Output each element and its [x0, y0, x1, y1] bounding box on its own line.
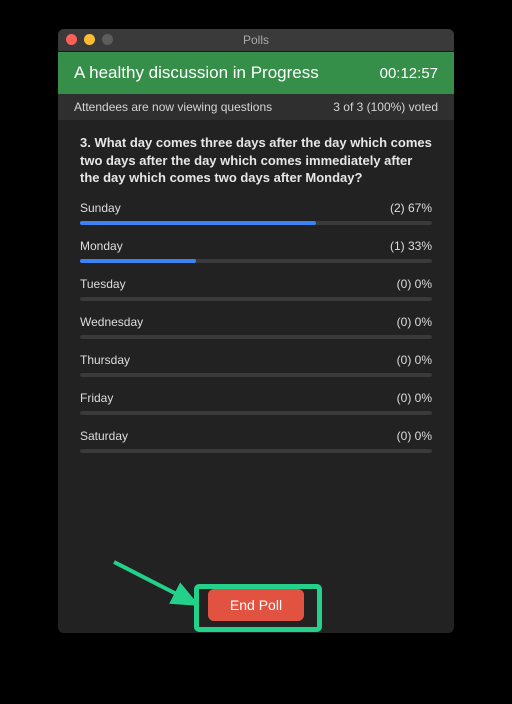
status-left: Attendees are now viewing questions: [74, 100, 272, 114]
maximize-icon: [102, 34, 113, 45]
option-label: Monday: [80, 239, 123, 253]
option-label: Friday: [80, 391, 113, 405]
option-count: (0) 0%: [397, 315, 432, 329]
poll-option-row: Tuesday (0) 0%: [80, 277, 432, 291]
option-count: (0) 0%: [397, 429, 432, 443]
poll-timer: 00:12:57: [380, 65, 438, 82]
status-bar: Attendees are now viewing questions 3 of…: [58, 94, 454, 120]
option-label: Sunday: [80, 201, 121, 215]
option-count: (1) 33%: [390, 239, 432, 253]
option-label: Tuesday: [80, 277, 126, 291]
option-bar-track: [80, 259, 432, 263]
option-bar-fill: [80, 221, 316, 225]
option-bar-track: [80, 411, 432, 415]
option-label: Thursday: [80, 353, 130, 367]
poll-option: Saturday (0) 0%: [80, 429, 432, 453]
poll-option: Wednesday (0) 0%: [80, 315, 432, 339]
option-count: (2) 67%: [390, 201, 432, 215]
poll-body: 3. What day comes three days after the d…: [58, 120, 454, 453]
poll-option: Sunday (2) 67%: [80, 201, 432, 225]
option-bar-track: [80, 449, 432, 453]
option-count: (0) 0%: [397, 277, 432, 291]
option-bar-fill: [80, 259, 196, 263]
status-right: 3 of 3 (100%) voted: [333, 100, 438, 114]
option-bar-track: [80, 373, 432, 377]
titlebar: Polls: [58, 29, 454, 52]
close-icon[interactable]: [66, 34, 77, 45]
poll-option-row: Thursday (0) 0%: [80, 353, 432, 367]
end-poll-button[interactable]: End Poll: [208, 589, 304, 621]
window-controls: [66, 34, 113, 45]
poll-option-row: Sunday (2) 67%: [80, 201, 432, 215]
poll-option-row: Friday (0) 0%: [80, 391, 432, 405]
poll-option: Thursday (0) 0%: [80, 353, 432, 377]
footer: End Poll: [58, 589, 454, 621]
option-count: (0) 0%: [397, 353, 432, 367]
window-title: Polls: [58, 29, 454, 51]
poll-option-row: Saturday (0) 0%: [80, 429, 432, 443]
poll-option: Monday (1) 33%: [80, 239, 432, 263]
minimize-icon[interactable]: [84, 34, 95, 45]
option-label: Wednesday: [80, 315, 143, 329]
poll-option: Tuesday (0) 0%: [80, 277, 432, 301]
option-bar-track: [80, 335, 432, 339]
poll-option-row: Monday (1) 33%: [80, 239, 432, 253]
option-bar-track: [80, 297, 432, 301]
polls-window: Polls A healthy discussion in Progress 0…: [58, 29, 454, 633]
option-label: Saturday: [80, 429, 128, 443]
option-bar-track: [80, 221, 432, 225]
poll-title: A healthy discussion in Progress: [74, 63, 319, 83]
option-count: (0) 0%: [397, 391, 432, 405]
question-text: 3. What day comes three days after the d…: [80, 134, 432, 187]
poll-header: A healthy discussion in Progress 00:12:5…: [58, 52, 454, 94]
poll-option-row: Wednesday (0) 0%: [80, 315, 432, 329]
poll-option: Friday (0) 0%: [80, 391, 432, 415]
options-list: Sunday(2) 67%Monday(1) 33%Tuesday(0) 0%W…: [80, 201, 432, 453]
